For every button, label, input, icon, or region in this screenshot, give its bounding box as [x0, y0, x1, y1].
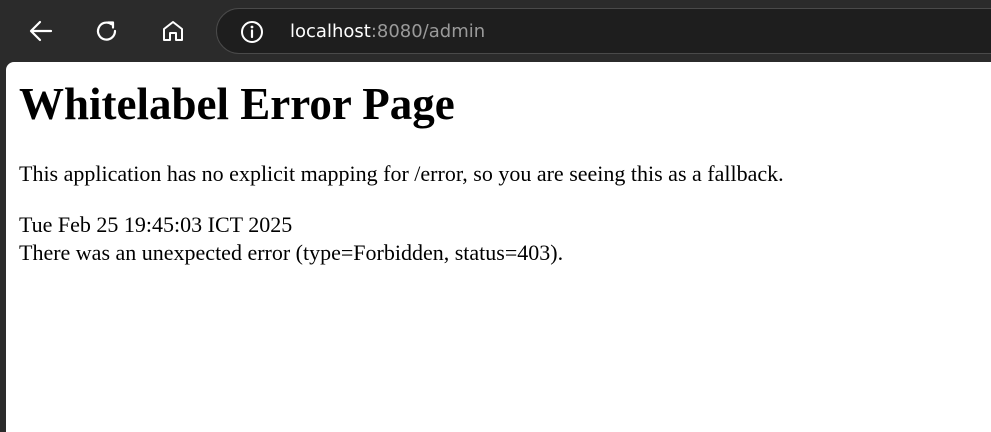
address-bar[interactable]: localhost:8080/admin — [216, 8, 991, 54]
home-icon — [163, 21, 183, 41]
page-content: Whitelabel Error Page This application h… — [6, 62, 991, 432]
browser-window: localhost:8080/admin Whitelabel Error Pa… — [0, 0, 991, 432]
page-title: Whitelabel Error Page — [19, 79, 455, 129]
url-host: localhost — [290, 21, 371, 42]
url-path: :8080/admin — [370, 21, 486, 42]
browser-toolbar: localhost:8080/admin — [0, 0, 991, 62]
reload-button[interactable] — [87, 11, 127, 51]
home-button[interactable] — [153, 11, 193, 51]
reload-icon — [96, 21, 117, 41]
info-icon — [241, 21, 263, 43]
error-timestamp: Tue Feb 25 19:45:03 ICT 2025 — [19, 212, 293, 237]
url-text[interactable]: localhost:8080/admin — [290, 20, 485, 44]
back-button[interactable] — [21, 11, 61, 51]
site-info-button[interactable] — [239, 19, 265, 45]
fallback-message: This application has no explicit mapping… — [19, 161, 784, 186]
arrow-left-icon — [29, 20, 53, 42]
error-details: There was an unexpected error (type=Forb… — [19, 240, 564, 265]
